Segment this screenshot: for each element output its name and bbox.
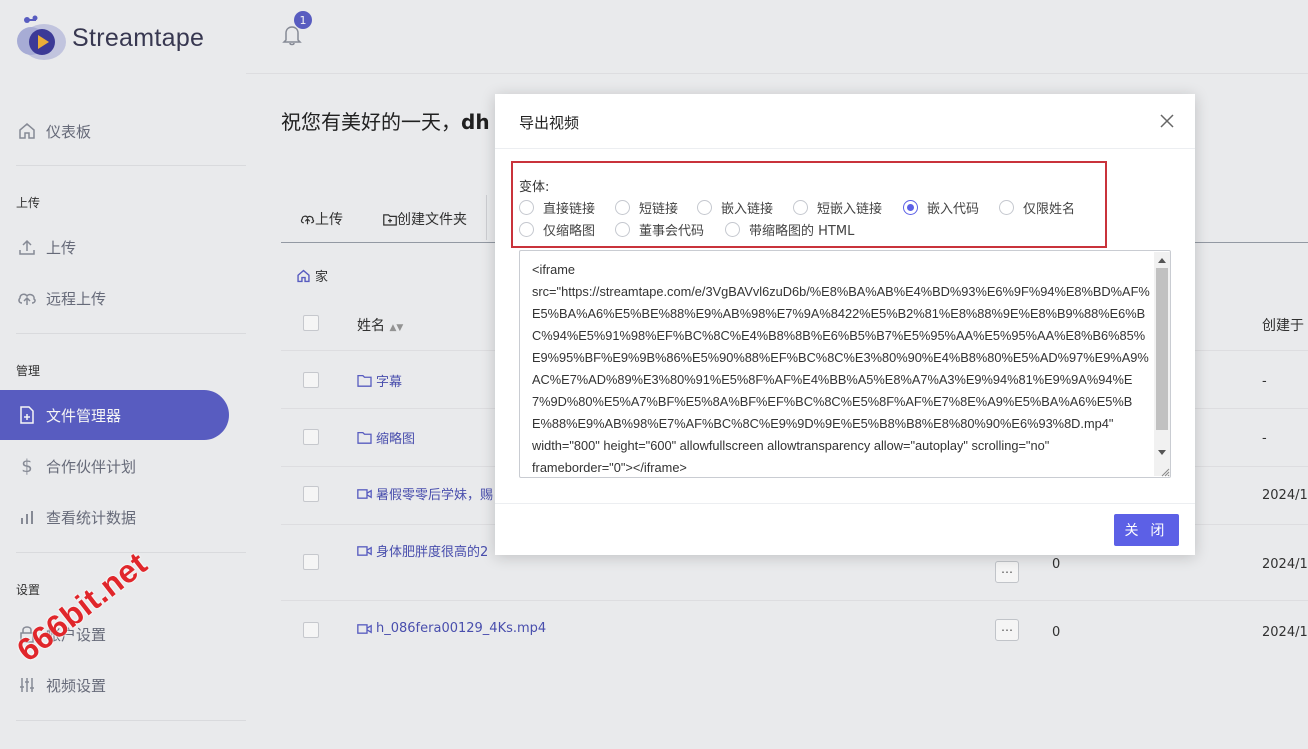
radio-label: 带缩略图的 HTML	[749, 224, 855, 239]
embed-code-text: <iframe src="https://streamtape.com/e/3V…	[532, 262, 1150, 473]
radio-dot	[999, 200, 1014, 215]
modal-footer-divider	[495, 503, 1195, 504]
radio-dot	[697, 200, 712, 215]
resize-grip-icon[interactable]	[1160, 467, 1170, 477]
radio-dot	[615, 200, 630, 215]
variant-radio-thumbnail-only[interactable]: 仅缩略图	[519, 220, 595, 239]
variant-radio-name-only[interactable]: 仅限姓名	[999, 198, 1075, 217]
scroll-up-arrow-icon[interactable]	[1158, 258, 1166, 263]
radio-label: 短嵌入链接	[817, 202, 883, 217]
scrollbar-thumb[interactable]	[1156, 268, 1168, 430]
variant-label: 变体:	[519, 180, 550, 195]
radio-label: 直接链接	[543, 202, 596, 217]
variant-radio-short-embed-link[interactable]: 短嵌入链接	[793, 198, 882, 217]
radio-label: 仅缩略图	[543, 224, 596, 239]
radio-dot	[615, 222, 630, 237]
radio-label: 仅限姓名	[1023, 202, 1076, 217]
radio-label: 短链接	[639, 202, 679, 217]
textarea-scrollbar[interactable]	[1154, 252, 1170, 476]
modal-title: 导出视频	[519, 114, 580, 132]
export-video-dialog: 导出视频 变体: 直接链接 短链接 嵌入链接 短嵌入链接 嵌入代码 仅限姓名 仅…	[495, 94, 1195, 555]
scroll-down-arrow-icon[interactable]	[1158, 450, 1166, 455]
radio-label: 嵌入代码	[927, 202, 980, 217]
variant-radio-board-code[interactable]: 董事会代码	[615, 220, 704, 239]
radio-dot	[519, 222, 534, 237]
variant-radio-short-link[interactable]: 短链接	[615, 198, 678, 217]
radio-label: 嵌入链接	[721, 202, 774, 217]
radio-dot	[725, 222, 740, 237]
variant-radio-html-with-thumbnail[interactable]: 带缩略图的 HTML	[725, 220, 854, 239]
close-icon[interactable]	[1158, 112, 1176, 130]
radio-dot	[793, 200, 808, 215]
radio-dot	[519, 200, 534, 215]
radio-label: 董事会代码	[639, 224, 705, 239]
variant-radio-direct-link[interactable]: 直接链接	[519, 198, 595, 217]
radio-dot	[903, 200, 918, 215]
embed-code-textarea[interactable]: <iframe src="https://streamtape.com/e/3V…	[519, 250, 1171, 478]
modal-header: 导出视频	[495, 94, 1195, 149]
close-button[interactable]: 关 闭	[1114, 514, 1179, 546]
variant-radio-embed-code[interactable]: 嵌入代码	[903, 198, 979, 217]
variant-radio-embed-link[interactable]: 嵌入链接	[697, 198, 773, 217]
